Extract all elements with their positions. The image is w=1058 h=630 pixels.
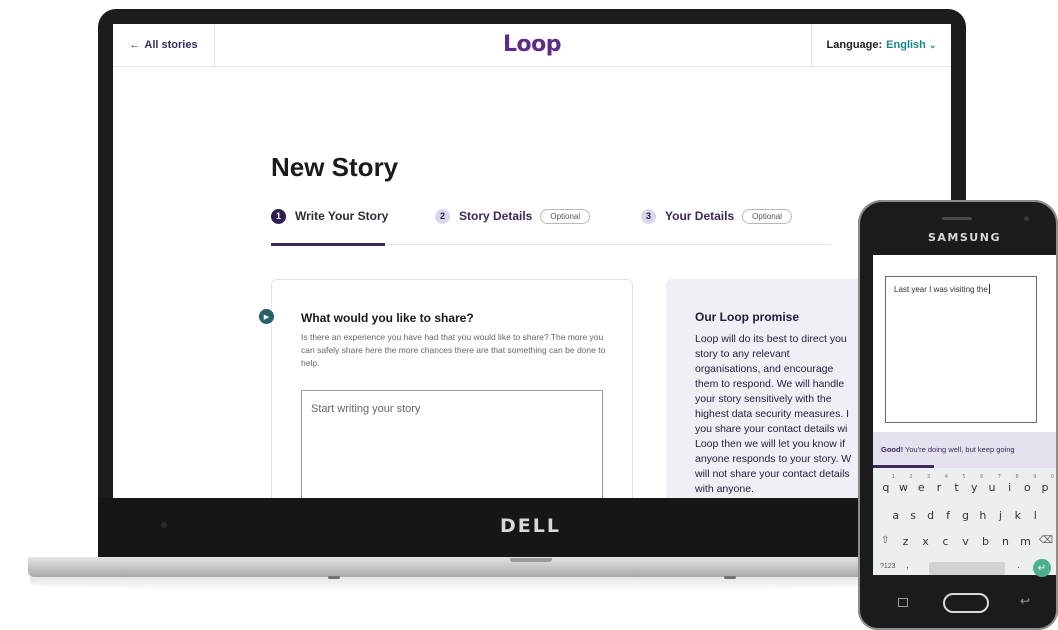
promise-line: with anyone. <box>695 483 754 495</box>
key-b[interactable]: b <box>978 535 992 548</box>
feedback-message: Good! You're doing well, but keep going <box>881 445 1015 454</box>
tab-story-details[interactable]: 2 Story Details Optional <box>435 205 591 227</box>
key-m[interactable]: m <box>1018 535 1032 548</box>
step-number: 3 <box>641 208 656 224</box>
back-icon[interactable]: ↩ <box>1020 594 1030 608</box>
laptop-shadow <box>30 577 890 591</box>
key-number-hint: 4 <box>944 474 948 480</box>
keyboard-row-3: ⇧ zxcvbnm ⌫ <box>873 535 1058 548</box>
dell-logo: DELL <box>500 515 561 537</box>
step-number: 1 <box>271 208 286 224</box>
key-c[interactable]: c <box>938 535 952 548</box>
key-k[interactable]: k <box>1011 509 1025 522</box>
step-label: Your Details <box>665 209 735 223</box>
key-n[interactable]: n <box>998 535 1012 548</box>
promise-line: highest data security measures. I <box>695 408 850 420</box>
typed-text: Last year I was visiting the <box>894 285 988 294</box>
promise-line: them to respond. We will handle <box>695 378 845 390</box>
promise-text: Loop will do its best to direct you stor… <box>695 332 875 497</box>
comma-key[interactable]: , <box>906 560 909 571</box>
key-g[interactable]: g <box>958 509 972 522</box>
key-r[interactable]: r4 <box>932 474 948 494</box>
shift-icon[interactable]: ⇧ <box>878 535 892 548</box>
text-caret <box>988 284 990 294</box>
step-label: Story Details <box>459 209 533 223</box>
step-number: 2 <box>435 208 450 224</box>
keyboard-row-1: q1w2e3r4t5y6u7i8o9p0 <box>873 474 1058 494</box>
promise-line: organisations, and encourage <box>695 363 834 375</box>
promise-line: story to any relevant <box>695 348 790 360</box>
key-v[interactable]: v <box>958 535 972 548</box>
key-number-hint: 1 <box>891 474 895 480</box>
enter-icon[interactable]: ↵ <box>1033 559 1051 577</box>
key-number-hint: 3 <box>927 474 931 480</box>
key-f[interactable]: f <box>941 509 955 522</box>
promise-title: Our Loop promise <box>695 310 800 324</box>
key-number-hint: 6 <box>980 474 984 480</box>
page-content: New Story 1 Write Your Story 2 Story Det… <box>113 24 951 498</box>
key-y[interactable]: y6 <box>967 474 983 494</box>
samsung-logo: SAMSUNG <box>928 231 1001 244</box>
feedback-detail: You're doing well, but keep going <box>905 445 1015 454</box>
home-button[interactable] <box>943 593 989 613</box>
page-title: New Story <box>271 152 399 182</box>
play-icon[interactable]: ▶ <box>259 309 274 324</box>
key-p[interactable]: p0 <box>1038 474 1055 494</box>
phone-speaker <box>942 217 972 220</box>
key-u[interactable]: u7 <box>985 474 1001 494</box>
share-description: Is there an experience you have had that… <box>301 332 606 368</box>
key-number-hint: 7 <box>997 474 1001 480</box>
tab-your-details[interactable]: 3 Your Details Optional <box>641 205 792 227</box>
key-h[interactable]: h <box>976 509 990 522</box>
promise-line: anyone responds to your story. W <box>695 453 852 465</box>
key-z[interactable]: z <box>898 535 912 548</box>
backspace-icon[interactable]: ⌫ <box>1039 535 1053 548</box>
key-j[interactable]: j <box>993 509 1007 522</box>
optional-badge: Optional <box>540 208 591 224</box>
key-t[interactable]: t5 <box>950 474 965 494</box>
keyboard-row-2: asdfghjkl <box>873 509 1058 522</box>
key-l[interactable]: l <box>1028 509 1042 522</box>
key-number-hint: 9 <box>1033 474 1037 480</box>
promise-line: will not share your contact details <box>695 468 850 480</box>
period-key[interactable]: . <box>1017 560 1020 571</box>
key-w[interactable]: w2 <box>897 474 913 494</box>
phone-camera <box>1024 216 1029 221</box>
active-tab-indicator <box>271 243 385 246</box>
key-q[interactable]: q1 <box>879 474 895 494</box>
promise-line: Loop then we will let you know if <box>695 438 845 450</box>
keyboard-row-3-letters: zxcvbnm <box>898 535 1032 548</box>
spacebar[interactable] <box>929 562 1005 575</box>
story-textarea[interactable] <box>311 403 591 415</box>
phone-story-textarea[interactable] <box>885 276 1037 423</box>
key-number-hint: 8 <box>1015 474 1019 480</box>
step-label: Write Your Story <box>295 209 389 223</box>
key-number-hint: 2 <box>909 474 913 480</box>
key-d[interactable]: d <box>924 509 938 522</box>
key-number-hint: 5 <box>962 474 966 480</box>
key-number-hint: 0 <box>1050 474 1055 480</box>
key-e[interactable]: e3 <box>914 474 930 494</box>
tab-write-your-story[interactable]: 1 Write Your Story <box>271 205 388 227</box>
optional-badge: Optional <box>742 208 792 224</box>
feedback-strong: Good! <box>881 445 904 454</box>
webcam-icon <box>161 522 167 528</box>
step-tabs: 1 Write Your Story 2 Story Details Optio… <box>271 205 831 246</box>
laptop-base <box>28 557 908 577</box>
laptop-notch <box>510 558 552 562</box>
key-o[interactable]: o9 <box>1020 474 1036 494</box>
share-question: What would you like to share? <box>301 311 474 325</box>
promise-line: you share your contact details wi <box>695 423 848 435</box>
key-s[interactable]: s <box>906 509 920 522</box>
promise-line: Loop will do its best to direct you <box>695 333 847 345</box>
promise-line: your story sensitively with the <box>695 393 832 405</box>
key-a[interactable]: a <box>889 509 903 522</box>
symbols-key[interactable]: ?123 <box>880 563 896 570</box>
key-i[interactable]: i8 <box>1003 474 1019 494</box>
phone-typed-text: Last year I was visiting the <box>894 284 990 294</box>
key-x[interactable]: x <box>918 535 932 548</box>
recents-icon[interactable] <box>898 598 908 607</box>
